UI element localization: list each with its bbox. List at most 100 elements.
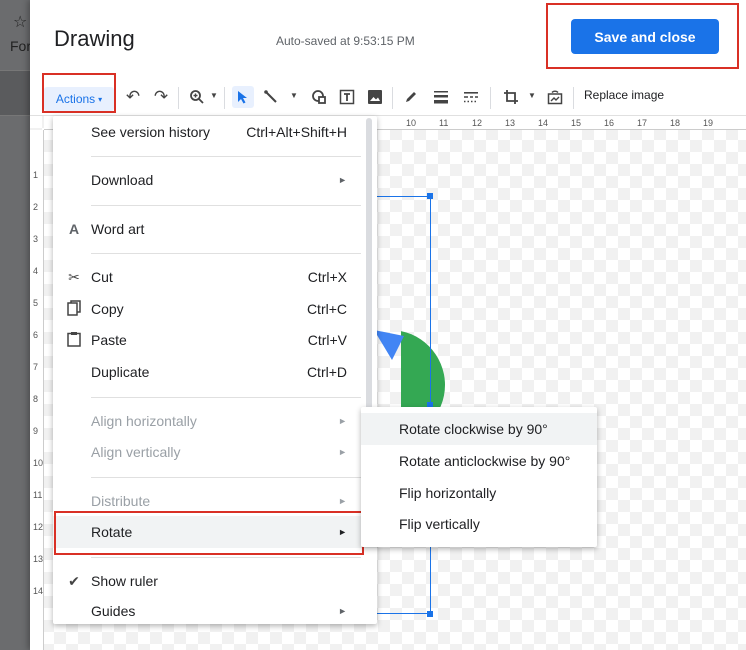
word-art-icon: A <box>68 221 80 237</box>
menu-divider <box>91 156 361 157</box>
submenu-item-rotate-anticlockwise[interactable]: Rotate anticlockwise by 90° <box>361 445 597 477</box>
submenu-arrow-icon: ► <box>338 606 347 616</box>
menu-item-cut[interactable]: ✂ Cut Ctrl+X <box>53 262 377 292</box>
ruler-tick-label: 10 <box>33 458 44 468</box>
line-dash-icon[interactable] <box>460 86 482 108</box>
toolbar-divider <box>490 87 491 109</box>
ruler-tick-label: 1 <box>33 170 39 180</box>
pen-icon[interactable] <box>400 86 422 108</box>
crop-icon[interactable] <box>500 86 522 108</box>
submenu-arrow-icon: ► <box>338 496 347 506</box>
menu-item-show-ruler[interactable]: ✔ Show ruler <box>53 566 377 596</box>
scissors-icon: ✂ <box>68 268 80 285</box>
menu-item-copy[interactable]: Copy Ctrl+C <box>53 294 377 324</box>
resize-handle[interactable] <box>427 193 433 199</box>
reset-image-icon[interactable] <box>544 86 566 108</box>
menu-item-shortcut: Ctrl+Alt+Shift+H <box>246 124 347 140</box>
menu-item-align-horizontally: Align horizontally ► <box>53 406 377 436</box>
zoom-icon[interactable] <box>186 86 208 108</box>
submenu-item-flip-vertically[interactable]: Flip vertically <box>361 508 597 540</box>
submenu-arrow-icon: ► <box>338 416 347 426</box>
line-caret-icon[interactable]: ▼ <box>290 91 298 100</box>
ruler-tick-label: 12 <box>472 118 483 128</box>
ruler-tick-label: 5 <box>33 298 39 308</box>
submenu-arrow-icon: ► <box>338 175 347 185</box>
menu-item-label: Word art <box>91 221 145 237</box>
menu-item-label: Align horizontally <box>91 413 197 429</box>
line-icon[interactable] <box>260 86 282 108</box>
menu-item-download[interactable]: Download ► <box>53 165 377 195</box>
background-document: ☆ For <box>0 0 31 650</box>
toolbar-divider <box>573 87 574 109</box>
crop-caret-icon[interactable]: ▼ <box>528 91 536 100</box>
menu-divider <box>91 477 361 478</box>
toolbar-divider <box>224 87 225 109</box>
ruler-tick-label: 6 <box>33 330 39 340</box>
menu-item-guides[interactable]: Guides ► <box>53 596 377 626</box>
menu-item-label: See version history <box>91 124 211 140</box>
checkmark-icon: ✔ <box>68 572 80 589</box>
menu-item-label: Show ruler <box>91 573 158 589</box>
ruler-tick-label: 18 <box>670 118 681 128</box>
submenu-item-rotate-clockwise[interactable]: Rotate clockwise by 90° <box>361 413 597 445</box>
menu-item-label: Duplicate <box>91 364 150 380</box>
textbox-icon[interactable] <box>336 86 358 108</box>
ruler-tick-label: 13 <box>505 118 516 128</box>
ruler-tick-label: 10 <box>406 118 417 128</box>
ruler-tick-label: 16 <box>604 118 615 128</box>
dialog-title: Drawing <box>54 26 135 51</box>
image-icon[interactable] <box>364 86 386 108</box>
selected-image-frame[interactable] <box>376 196 431 614</box>
menu-divider <box>91 557 361 558</box>
menu-item-label: Distribute <box>91 493 151 509</box>
shape-icon[interactable] <box>308 86 330 108</box>
ruler-tick-label: 19 <box>703 118 714 128</box>
menu-item-align-vertically: Align vertically ► <box>53 437 377 467</box>
menu-item-shortcut: Ctrl+C <box>306 301 347 317</box>
ruler-tick-label: 17 <box>637 118 648 128</box>
ruler-left: 1 2 3 4 5 6 7 8 9 10 11 12 13 14 <box>30 130 44 650</box>
ruler-tick-label: 7 <box>33 362 39 372</box>
menu-divider <box>91 253 361 254</box>
star-icon: ☆ <box>13 14 28 31</box>
ruler-tick-label: 4 <box>33 266 39 276</box>
ruler-tick-label: 15 <box>571 118 582 128</box>
ruler-tick-label: 12 <box>33 522 44 532</box>
menu-item-version-history[interactable]: See version history Ctrl+Alt+Shift+H <box>53 117 377 147</box>
menu-item-shortcut: Ctrl+D <box>306 364 347 380</box>
ruler-tick-label: 14 <box>33 586 44 596</box>
replace-image-button[interactable]: Replace image <box>584 88 664 102</box>
menu-item-label: Align vertically <box>91 444 181 460</box>
toolbar: Actions ▾ ↶ ↷ ▼ ▼ ▼ Replace image <box>30 73 746 116</box>
line-weight-icon[interactable] <box>430 86 452 108</box>
ruler-tick-label: 14 <box>538 118 549 128</box>
ruler-tick-label: 2 <box>33 202 39 212</box>
ruler-tick-label: 13 <box>33 554 44 564</box>
menu-divider <box>91 397 361 398</box>
drawing-dialog: Drawing Auto-saved at 9:53:15 PM Save an… <box>30 0 746 650</box>
ruler-tick-label: 3 <box>33 234 39 244</box>
menu-item-duplicate[interactable]: Duplicate Ctrl+D <box>53 357 377 387</box>
background-text: For <box>10 38 31 54</box>
clipboard-icon <box>65 331 83 350</box>
menu-item-word-art[interactable]: A Word art <box>53 214 377 244</box>
save-highlight-box <box>546 3 739 69</box>
rotate-highlight-box <box>54 511 364 555</box>
menu-item-shortcut: Ctrl+V <box>307 332 347 348</box>
menu-item-paste[interactable]: Paste Ctrl+V <box>53 325 377 355</box>
undo-icon[interactable]: ↶ <box>122 86 144 108</box>
select-icon[interactable] <box>232 86 254 108</box>
copy-icon <box>65 299 83 319</box>
zoom-caret-icon[interactable]: ▼ <box>210 91 218 100</box>
menu-item-label: Guides <box>91 603 136 619</box>
submenu-arrow-icon: ► <box>338 447 347 457</box>
menu-item-label: Cut <box>91 269 113 285</box>
background-toolbar <box>0 70 30 116</box>
submenu-item-flip-horizontally[interactable]: Flip horizontally <box>361 477 597 509</box>
redo-icon[interactable]: ↷ <box>150 86 172 108</box>
ruler-tick-label: 11 <box>33 490 43 500</box>
toolbar-divider <box>392 87 393 109</box>
toolbar-divider <box>178 87 179 109</box>
ruler-tick-label: 9 <box>33 426 39 436</box>
resize-handle[interactable] <box>427 611 433 617</box>
